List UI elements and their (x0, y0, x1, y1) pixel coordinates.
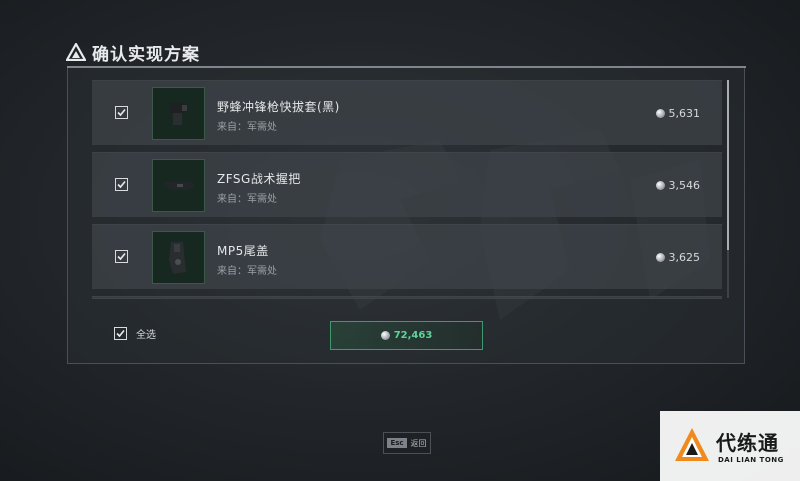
back-button[interactable]: Esc 返回 (383, 432, 431, 454)
footer-divider (92, 298, 722, 299)
item-thumbnail (152, 87, 205, 140)
checkmark-icon (117, 180, 126, 189)
item-name: ZFSG战术握把 (217, 172, 301, 186)
select-all-checkbox[interactable] (114, 327, 127, 340)
scrollbar-thumb[interactable] (727, 80, 729, 250)
item-row[interactable]: MP5尾盖 来自：军需处 3,625 (92, 224, 722, 289)
grip-icon (163, 182, 195, 190)
back-label: 返回 (410, 438, 427, 448)
coin-icon (655, 181, 665, 190)
dialog-title: 确认实现方案 (66, 39, 200, 65)
item-price: 3,546 (655, 179, 701, 192)
item-price: 3,625 (655, 251, 701, 264)
item-price-value: 3,625 (668, 251, 701, 264)
stock-cap-icon (169, 242, 186, 274)
esc-key-badge: Esc (387, 438, 407, 448)
item-list[interactable]: 野蜂冲锋枪快拔套(黑) 来自：军需处 5,631 ZFSG战术握把 来自：军需处… (92, 80, 722, 298)
item-source: 来自：军需处 (217, 122, 277, 133)
item-price-value: 5,631 (668, 107, 701, 120)
coin-icon (380, 331, 390, 340)
item-name: MP5尾盖 (217, 244, 269, 258)
checkmark-icon (117, 252, 126, 261)
triangle-logo-icon (66, 43, 86, 61)
item-name: 野蜂冲锋枪快拔套(黑) (217, 100, 340, 114)
item-checkbox[interactable] (115, 106, 128, 119)
coin-icon (655, 109, 665, 118)
watermark-cn: 代练通 (716, 431, 779, 455)
item-checkbox[interactable] (115, 250, 128, 263)
select-all-label: 全选 (136, 330, 156, 341)
select-all-toggle[interactable]: 全选 (114, 326, 156, 341)
total-value: 72,463 (393, 330, 433, 341)
checkmark-icon (117, 108, 126, 117)
item-row[interactable]: 野蜂冲锋枪快拔套(黑) 来自：军需处 5,631 (92, 80, 722, 145)
checkmark-icon (116, 329, 125, 338)
confirm-total-button[interactable]: 72,463 (330, 321, 483, 350)
item-row[interactable]: ZFSG战术握把 来自：军需处 3,546 (92, 152, 722, 217)
list-scrollbar[interactable] (727, 80, 729, 298)
dialog-title-text: 确认实现方案 (92, 44, 200, 65)
watermark: 代练通 DAI LIAN TONG (660, 411, 800, 481)
item-thumbnail (152, 159, 205, 212)
coin-icon (655, 253, 665, 262)
watermark-logo-icon (675, 428, 709, 461)
item-source: 来自：军需处 (217, 266, 277, 277)
holster-icon (170, 103, 188, 125)
item-source: 来自：军需处 (217, 194, 277, 205)
watermark-en: DAI LIAN TONG (718, 456, 784, 464)
item-thumbnail (152, 231, 205, 284)
item-price-value: 3,546 (668, 179, 701, 192)
item-checkbox[interactable] (115, 178, 128, 191)
item-price: 5,631 (655, 107, 701, 120)
